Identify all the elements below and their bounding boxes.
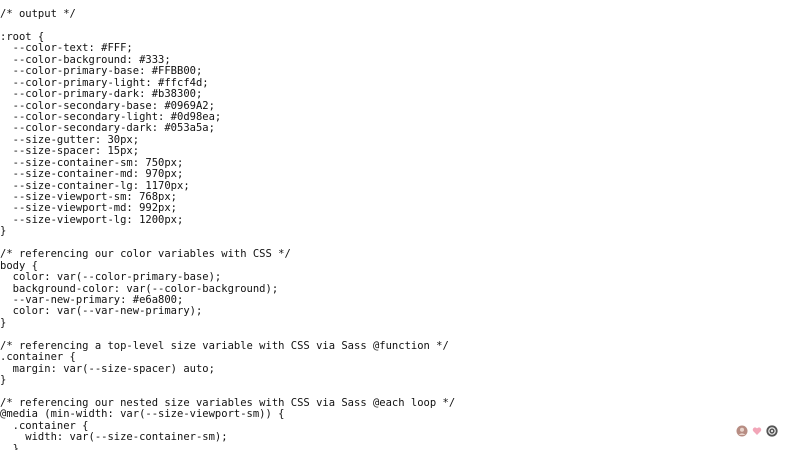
code-line: /* output */ bbox=[0, 8, 76, 20]
code-line: .container { bbox=[0, 351, 76, 364]
code-line: } bbox=[0, 374, 7, 386]
code-view: /* output */:root { --color-text: #FFF; … bbox=[0, 0, 800, 450]
code-line: --size-viewport-lg: 1200px; bbox=[0, 213, 184, 226]
avatar-icon[interactable] bbox=[736, 425, 748, 437]
code-line: width: var(--size-container-sm); bbox=[0, 431, 228, 444]
code-line: color: var(--var-new-primary); bbox=[0, 305, 203, 318]
code-line: --color-primary-dark: #b38300; bbox=[0, 88, 203, 101]
code-line: @media (min-width: var(--size-viewport-s… bbox=[0, 408, 285, 421]
code-line: color: var(--color-primary-base); bbox=[0, 271, 222, 284]
bottom-right-toolbar bbox=[736, 425, 778, 437]
code-line: } bbox=[0, 316, 7, 329]
code-line: } bbox=[0, 442, 19, 450]
code-line: /* referencing our color variables with … bbox=[0, 248, 291, 261]
code-line: --size-container-md: 970px; bbox=[0, 168, 184, 181]
heart-icon[interactable] bbox=[751, 425, 763, 437]
code-line: --color-primary-base: #FFBB00; bbox=[0, 65, 203, 78]
settings-icon[interactable] bbox=[766, 425, 778, 437]
code-line: margin: var(--size-spacer) auto; bbox=[0, 362, 215, 375]
code-line: --size-spacer: 15px; bbox=[0, 145, 140, 158]
code-line: /* referencing a top-level size variable… bbox=[0, 339, 449, 352]
code-line: } bbox=[0, 225, 7, 238]
code-block: /* output */:root { --color-text: #FFF; … bbox=[0, 0, 800, 450]
